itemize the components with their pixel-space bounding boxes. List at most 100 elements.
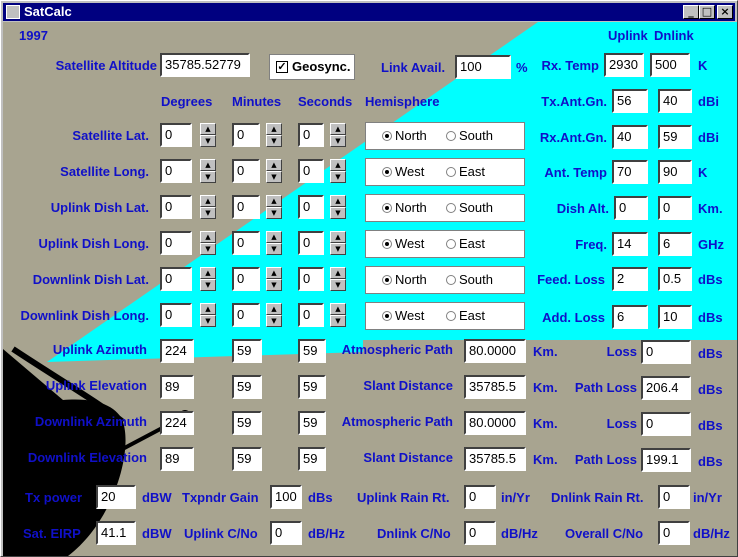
coord-sec-input[interactable]: 0 — [298, 303, 324, 327]
spin-down-icon[interactable]: ▼ — [266, 243, 282, 255]
tx-power-input[interactable]: 20 — [96, 485, 136, 509]
path-value-output[interactable]: 80.0000 — [464, 339, 526, 363]
coord-deg-input[interactable]: 0 — [160, 195, 192, 219]
spin-up-icon[interactable]: ▲ — [266, 303, 282, 315]
angle-sec-output[interactable]: 59 — [298, 339, 326, 363]
min-spinner[interactable]: ▲ ▼ — [266, 231, 282, 255]
angle-sec-output[interactable]: 59 — [298, 447, 326, 471]
spin-up-icon[interactable]: ▲ — [330, 231, 346, 243]
spin-up-icon[interactable]: ▲ — [200, 195, 216, 207]
spin-down-icon[interactable]: ▼ — [200, 135, 216, 147]
link-avail-input[interactable]: 100 — [455, 55, 511, 79]
param-uplink-input[interactable]: 6 — [612, 305, 648, 329]
spin-up-icon[interactable]: ▲ — [200, 303, 216, 315]
spin-up-icon[interactable]: ▲ — [266, 159, 282, 171]
angle-sec-output[interactable]: 59 — [298, 375, 326, 399]
spin-down-icon[interactable]: ▼ — [266, 207, 282, 219]
sat-eirp-output[interactable]: 41.1 — [96, 521, 136, 545]
spin-down-icon[interactable]: ▼ — [266, 171, 282, 183]
radio-west[interactable]: West — [382, 237, 424, 251]
min-spinner[interactable]: ▲ ▼ — [266, 303, 282, 327]
overall-cno-output[interactable]: 0 — [658, 521, 690, 545]
coord-sec-input[interactable]: 0 — [298, 231, 324, 255]
param-dnlink-input[interactable]: 0 — [658, 196, 692, 220]
coord-deg-input[interactable]: 0 — [160, 159, 192, 183]
coord-deg-input[interactable]: 0 — [160, 123, 192, 147]
dnlink-rain-input[interactable]: 0 — [658, 485, 690, 509]
radio-south[interactable]: South — [446, 201, 493, 215]
spin-up-icon[interactable]: ▲ — [330, 159, 346, 171]
param-dnlink-input[interactable]: 90 — [658, 160, 692, 184]
path-value-output[interactable]: 35785.5 — [464, 375, 526, 399]
spin-down-icon[interactable]: ▼ — [330, 315, 346, 327]
txpndr-gain-input[interactable]: 100 — [270, 485, 302, 509]
sec-spinner[interactable]: ▲ ▼ — [330, 195, 346, 219]
param-dnlink-input[interactable]: 40 — [658, 89, 692, 113]
sec-spinner[interactable]: ▲ ▼ — [330, 159, 346, 183]
loss-output[interactable]: 0 — [641, 340, 691, 364]
deg-spinner[interactable]: ▲ ▼ — [200, 303, 216, 327]
spin-down-icon[interactable]: ▼ — [200, 279, 216, 291]
coord-sec-input[interactable]: 0 — [298, 123, 324, 147]
dnlink-cno-output[interactable]: 0 — [464, 521, 496, 545]
minimize-button[interactable]: _ — [683, 5, 699, 19]
spin-down-icon[interactable]: ▼ — [266, 315, 282, 327]
radio-west[interactable]: West — [382, 309, 424, 323]
coord-deg-input[interactable]: 0 — [160, 267, 192, 291]
spin-up-icon[interactable]: ▲ — [266, 195, 282, 207]
param-uplink-input[interactable]: 70 — [612, 160, 648, 184]
deg-spinner[interactable]: ▲ ▼ — [200, 159, 216, 183]
param-dnlink-input[interactable]: 500 — [650, 53, 690, 77]
sec-spinner[interactable]: ▲ ▼ — [330, 231, 346, 255]
spin-up-icon[interactable]: ▲ — [266, 123, 282, 135]
radio-east[interactable]: East — [446, 237, 485, 251]
param-dnlink-input[interactable]: 6 — [658, 232, 692, 256]
path-value-output[interactable]: 80.0000 — [464, 411, 526, 435]
spin-up-icon[interactable]: ▲ — [200, 123, 216, 135]
coord-deg-input[interactable]: 0 — [160, 303, 192, 327]
spin-down-icon[interactable]: ▼ — [266, 135, 282, 147]
spin-up-icon[interactable]: ▲ — [330, 267, 346, 279]
radio-east[interactable]: East — [446, 165, 485, 179]
maximize-button[interactable]: □ — [699, 5, 715, 19]
param-uplink-input[interactable]: 56 — [612, 89, 648, 113]
spin-up-icon[interactable]: ▲ — [330, 195, 346, 207]
coord-min-input[interactable]: 0 — [232, 303, 260, 327]
uplink-rain-input[interactable]: 0 — [464, 485, 496, 509]
spin-up-icon[interactable]: ▲ — [200, 231, 216, 243]
radio-north[interactable]: North — [382, 273, 427, 287]
radio-south[interactable]: South — [446, 129, 493, 143]
spin-up-icon[interactable]: ▲ — [200, 267, 216, 279]
sec-spinner[interactable]: ▲ ▼ — [330, 303, 346, 327]
param-uplink-input[interactable]: 2 — [612, 267, 648, 291]
coord-min-input[interactable]: 0 — [232, 195, 260, 219]
radio-north[interactable]: North — [382, 201, 427, 215]
angle-min-output[interactable]: 59 — [232, 411, 262, 435]
coord-deg-input[interactable]: 0 — [160, 231, 192, 255]
coord-min-input[interactable]: 0 — [232, 231, 260, 255]
coord-min-input[interactable]: 0 — [232, 123, 260, 147]
min-spinner[interactable]: ▲ ▼ — [266, 195, 282, 219]
angle-min-output[interactable]: 59 — [232, 375, 262, 399]
coord-min-input[interactable]: 0 — [232, 267, 260, 291]
app-icon[interactable] — [6, 5, 20, 19]
deg-spinner[interactable]: ▲ ▼ — [200, 195, 216, 219]
param-dnlink-input[interactable]: 59 — [658, 125, 692, 149]
param-dnlink-input[interactable]: 0.5 — [658, 267, 692, 291]
loss-output[interactable]: 199.1 — [641, 448, 691, 472]
spin-down-icon[interactable]: ▼ — [330, 243, 346, 255]
spin-down-icon[interactable]: ▼ — [266, 279, 282, 291]
angle-sec-output[interactable]: 59 — [298, 411, 326, 435]
param-uplink-input[interactable]: 14 — [612, 232, 648, 256]
coord-sec-input[interactable]: 0 — [298, 267, 324, 291]
satellite-altitude-input[interactable]: 35785.52779 — [160, 53, 250, 77]
min-spinner[interactable]: ▲ ▼ — [266, 123, 282, 147]
spin-up-icon[interactable]: ▲ — [330, 123, 346, 135]
angle-min-output[interactable]: 59 — [232, 447, 262, 471]
spin-down-icon[interactable]: ▼ — [330, 207, 346, 219]
radio-west[interactable]: West — [382, 165, 424, 179]
spin-up-icon[interactable]: ▲ — [266, 267, 282, 279]
spin-down-icon[interactable]: ▼ — [200, 315, 216, 327]
sec-spinner[interactable]: ▲ ▼ — [330, 267, 346, 291]
geosync-checkbox[interactable]: ✓ Geosync. — [269, 54, 355, 80]
